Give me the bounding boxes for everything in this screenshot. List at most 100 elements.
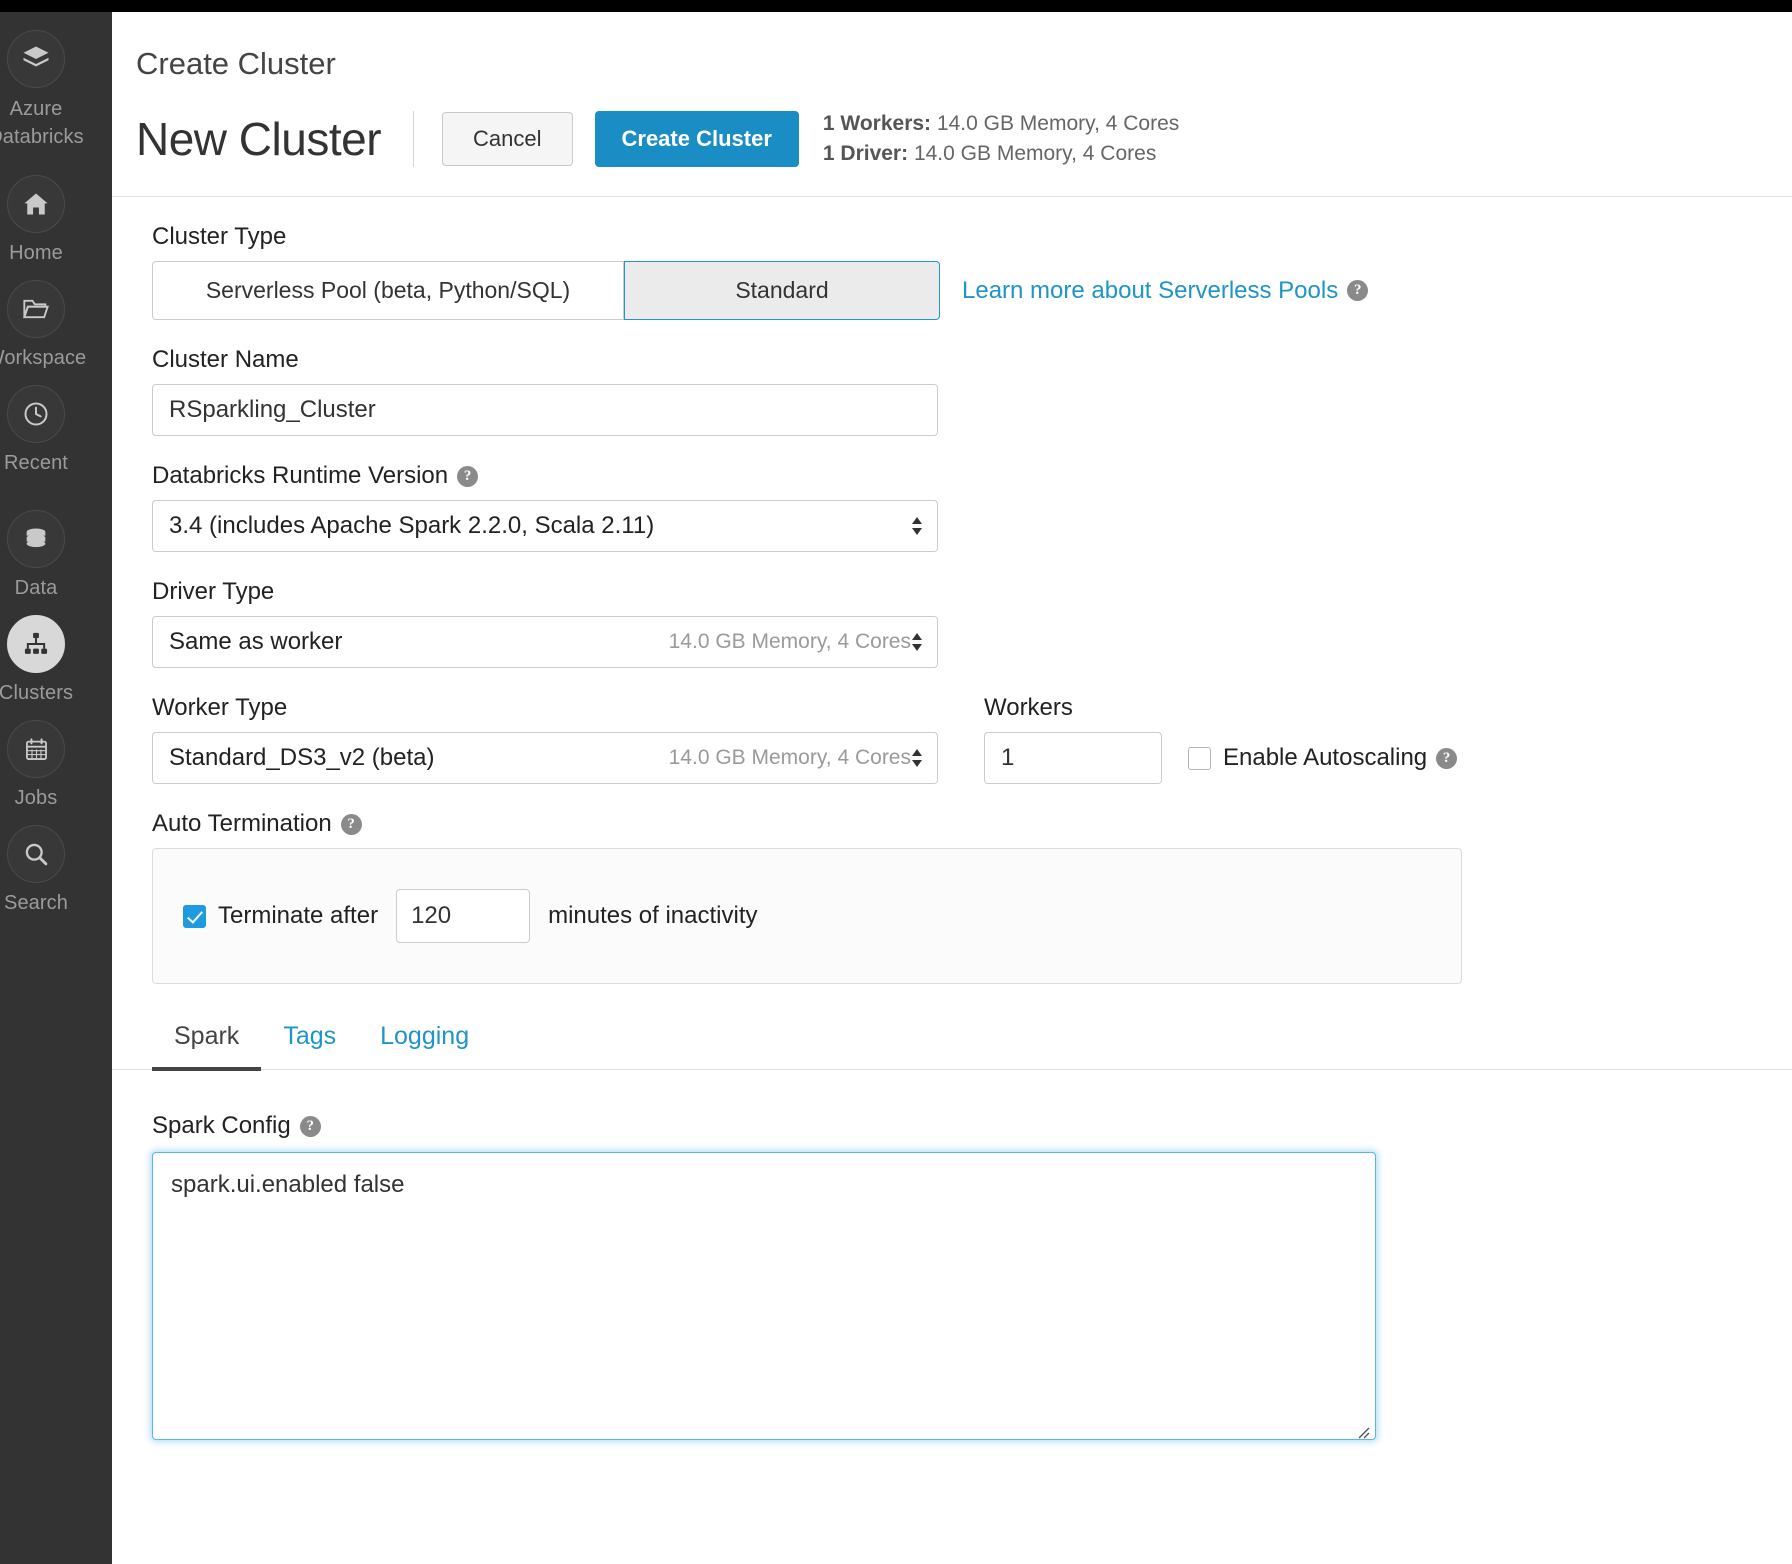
- chevron-updown-icon: [910, 631, 924, 653]
- driver-type-select[interactable]: Same as worker 14.0 GB Memory, 4 Cores: [152, 616, 938, 668]
- cluster-type-option-serverless[interactable]: Serverless Pool (beta, Python/SQL): [152, 261, 624, 320]
- terminate-after-suffix-text: minutes of inactivity: [548, 902, 757, 930]
- chevron-updown-icon: [910, 747, 924, 769]
- workers-group: Workers Enable Autoscaling ?: [968, 668, 1457, 784]
- clusters-icon-circle: [7, 615, 65, 673]
- driver-summary-line: 1 Driver: 14.0 GB Memory, 4 Cores: [823, 139, 1179, 169]
- chevron-updown-icon: [910, 515, 924, 537]
- database-icon-circle: [7, 510, 65, 568]
- sidebar-divider-gap: [0, 490, 112, 510]
- tab-spark[interactable]: Spark: [152, 1022, 261, 1069]
- left-sidebar: Azure Databricks Home Workspace: [0, 12, 112, 1564]
- workers-count-input[interactable]: [984, 732, 1162, 784]
- page-header: New Cluster Cancel Create Cluster 1 Work…: [112, 82, 1792, 178]
- driver-type-label: Driver Type: [152, 578, 1792, 606]
- auto-termination-label-text: Auto Termination: [152, 810, 332, 838]
- spark-config-label: Spark Config ?: [152, 1112, 1792, 1140]
- workers-summary-line: 1 Workers: 14.0 GB Memory, 4 Cores: [823, 109, 1179, 139]
- help-icon[interactable]: ?: [1436, 748, 1457, 769]
- workers-count-label: 1 Workers:: [823, 112, 931, 135]
- terminate-after-minutes-input[interactable]: [396, 889, 530, 943]
- calendar-icon-circle: [7, 720, 65, 778]
- tabs-separator: [112, 1069, 1792, 1070]
- runtime-version-label-text: Databricks Runtime Version: [152, 462, 448, 490]
- config-tabs: Spark Tags Logging: [152, 1022, 1792, 1069]
- page-title: New Cluster: [136, 112, 381, 166]
- home-icon: [22, 190, 50, 218]
- spark-config-textarea[interactable]: spark.ui.enabled false: [152, 1152, 1376, 1440]
- cluster-name-label: Cluster Name: [152, 346, 1792, 374]
- worker-type-meta: 14.0 GB Memory, 4 Cores: [669, 746, 921, 770]
- sidebar-item-home[interactable]: Home: [0, 175, 112, 266]
- driver-count-label: 1 Driver:: [823, 142, 908, 165]
- learn-more-serverless-pools-link[interactable]: Learn more about Serverless Pools ?: [962, 277, 1368, 305]
- runtime-version-select[interactable]: 3.4 (includes Apache Spark 2.2.0, Scala …: [152, 500, 938, 552]
- workers-specs-value: 14.0 GB Memory, 4 Cores: [937, 112, 1179, 135]
- search-icon: [22, 840, 50, 868]
- breadcrumb: Create Cluster: [112, 12, 1792, 82]
- runtime-version-value: 3.4 (includes Apache Spark 2.2.0, Scala …: [169, 512, 654, 540]
- cluster-type-option-standard[interactable]: Standard: [624, 261, 940, 320]
- worker-type-label-text: Worker Type: [152, 694, 287, 722]
- sidebar-item-recent[interactable]: Recent: [0, 385, 112, 476]
- worker-row: Worker Type Standard_DS3_v2 (beta) 14.0 …: [136, 668, 1792, 784]
- cluster-type-label: Cluster Type: [152, 223, 1792, 251]
- enable-autoscaling-checkbox[interactable]: [1188, 747, 1211, 770]
- sidebar-item-workspace[interactable]: Workspace: [0, 280, 112, 371]
- sidebar-item-jobs[interactable]: Jobs: [0, 720, 112, 811]
- workers-label-text: Workers: [984, 694, 1073, 722]
- enable-autoscaling-label: Enable Autoscaling ?: [1223, 744, 1457, 772]
- sidebar-item-clusters[interactable]: Clusters: [0, 615, 112, 706]
- runtime-version-label: Databricks Runtime Version ?: [152, 462, 1792, 490]
- help-icon[interactable]: ?: [457, 466, 478, 487]
- cluster-name-input[interactable]: [152, 384, 938, 436]
- sidebar-item-label: Data: [15, 575, 58, 601]
- sidebar-item-search[interactable]: Search: [0, 825, 112, 916]
- sidebar-item-label: Azure Databricks: [0, 95, 84, 151]
- cancel-button[interactable]: Cancel: [442, 112, 572, 166]
- sidebar-item-azure-databricks[interactable]: Azure Databricks: [0, 30, 112, 151]
- cluster-type-label-text: Cluster Type: [152, 223, 286, 251]
- cluster-type-toggle-group: Serverless Pool (beta, Python/SQL) Stand…: [152, 261, 1792, 320]
- workers-controls: Enable Autoscaling ?: [968, 732, 1457, 784]
- sidebar-item-data[interactable]: Data: [0, 510, 112, 601]
- create-cluster-button[interactable]: Create Cluster: [595, 111, 799, 167]
- tab-logging[interactable]: Logging: [358, 1022, 491, 1069]
- header-separator: [112, 196, 1792, 197]
- worker-type-label: Worker Type: [152, 694, 938, 722]
- main-content: Create Cluster New Cluster Cancel Create…: [112, 12, 1792, 1564]
- cluster-specs-summary: 1 Workers: 14.0 GB Memory, 4 Cores 1 Dri…: [823, 109, 1179, 169]
- sidebar-item-label: Jobs: [15, 785, 58, 811]
- terminate-after-checkbox[interactable]: [183, 905, 206, 928]
- enable-autoscaling-control[interactable]: Enable Autoscaling ?: [1188, 744, 1457, 772]
- folder-icon: [22, 295, 50, 323]
- learn-more-link-text: Learn more about Serverless Pools: [962, 277, 1338, 305]
- spark-config-label-text: Spark Config: [152, 1112, 291, 1140]
- enable-autoscaling-label-text: Enable Autoscaling: [1223, 744, 1427, 772]
- sidebar-item-label: Workspace: [0, 345, 86, 371]
- spark-config-wrapper: spark.ui.enabled false: [136, 1152, 1376, 1445]
- help-icon[interactable]: ?: [341, 814, 362, 835]
- help-icon[interactable]: ?: [300, 1116, 321, 1137]
- worker-type-select[interactable]: Standard_DS3_v2 (beta) 14.0 GB Memory, 4…: [152, 732, 938, 784]
- config-tabs-section: Spark Tags Logging: [136, 1022, 1792, 1070]
- driver-type-label-text: Driver Type: [152, 578, 274, 606]
- help-icon[interactable]: ?: [1347, 280, 1368, 301]
- calendar-icon: [23, 736, 50, 763]
- databricks-logo-icon-circle: [7, 30, 65, 88]
- driver-type-meta: 14.0 GB Memory, 4 Cores: [669, 630, 921, 654]
- sidebar-item-label: Home: [9, 240, 63, 266]
- sidebar-item-label: Recent: [4, 450, 68, 476]
- header-divider: [413, 111, 414, 167]
- sidebar-item-label: Clusters: [0, 680, 73, 706]
- worker-type-value: Standard_DS3_v2 (beta): [169, 744, 435, 772]
- driver-type-value: Same as worker: [169, 628, 342, 656]
- sidebar-item-label: Search: [4, 890, 68, 916]
- tab-tags[interactable]: Tags: [261, 1022, 358, 1069]
- workers-label: Workers: [984, 694, 1457, 722]
- databricks-logo-icon: [21, 44, 51, 74]
- window-top-strip: [0, 0, 1792, 12]
- auto-termination-panel: Terminate after minutes of inactivity: [152, 848, 1462, 984]
- cluster-form: Cluster Type Serverless Pool (beta, Pyth…: [112, 223, 1792, 1445]
- driver-specs-value: 14.0 GB Memory, 4 Cores: [914, 142, 1156, 165]
